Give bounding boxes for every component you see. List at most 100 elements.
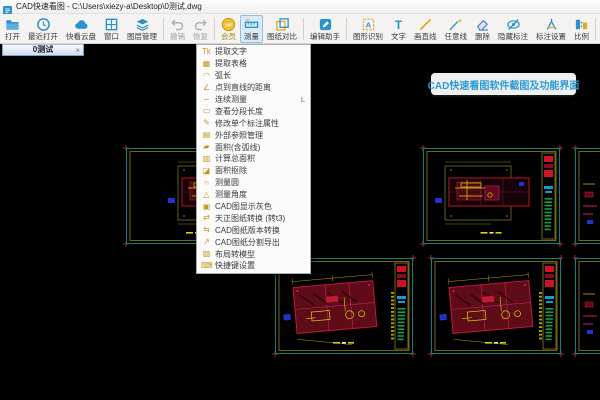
hide-annotation-icon [506, 17, 521, 32]
menu-item[interactable]: △测量角度 [197, 189, 310, 201]
scale-button[interactable]: 比例 [570, 15, 593, 43]
menu-item-label: 提取文字 [215, 46, 247, 57]
menu-item[interactable]: ∼连续测量L [197, 94, 310, 106]
app-icon [3, 2, 12, 11]
open-label: 打开 [5, 32, 20, 41]
menu-item[interactable]: ▧布局转模型 [197, 248, 310, 260]
recent-open-button[interactable]: 最近打开 [24, 15, 62, 43]
window-label: 窗口 [104, 32, 119, 41]
menu-item-label: 面积(含弧线) [215, 142, 260, 153]
menu-item-label: CAD图显示灰色 [215, 201, 272, 212]
scale-icon [574, 17, 589, 32]
drawing-compare-label: 图纸对比 [267, 32, 297, 41]
redo-button: 恢复 [189, 15, 212, 43]
measure-label: 测量 [244, 32, 259, 41]
document-tab[interactable]: 0测试 × [2, 44, 84, 56]
main-toolbar: 打开最近打开快看云盘窗口图层管理撤销恢复VIP会员测量图纸对比编辑助手A图形识别… [0, 14, 600, 44]
menu-item-label: 提取表格 [215, 58, 247, 69]
text-button[interactable]: T文字 [387, 15, 410, 43]
promo-banner: CAD快速看图软件截图及功能界面 [431, 73, 576, 95]
menu-item[interactable]: ↗CAD图纸分割导出 [197, 236, 310, 248]
cloud-drive-button[interactable]: 快看云盘 [62, 15, 100, 43]
layout-to-model-icon: ▧ [201, 249, 212, 259]
annotation-settings-button[interactable]: 标注设置 [532, 15, 570, 43]
menu-item[interactable]: ⇆CAD图纸版本转换 [197, 224, 310, 236]
menu-item-shortcut: L [297, 95, 305, 104]
menu-item[interactable]: ▤外部参照管理 [197, 129, 310, 141]
drawing-canvas[interactable]: 0测试 × [0, 44, 600, 400]
menu-item[interactable]: ▰面积(含弧线) [197, 141, 310, 153]
cad-sheet-bottom-right [431, 258, 561, 354]
svg-text:T: T [395, 18, 403, 32]
clock-icon [36, 17, 51, 32]
svg-text:VIP: VIP [225, 23, 232, 28]
extract-table-icon: ▦ [201, 59, 212, 69]
menu-item-label: 弧长 [215, 70, 231, 81]
cloud-drive-label: 快看云盘 [66, 32, 96, 41]
menu-item[interactable]: ▦提取表格 [197, 58, 310, 70]
menu-item[interactable]: ∠点到直线的距离 [197, 82, 310, 94]
menu-item-label: 面积抠除 [215, 165, 247, 176]
toolbar-separator [163, 18, 164, 40]
scale-label: 比例 [574, 32, 589, 41]
gray-display-icon: ▣ [201, 202, 212, 212]
annotation-settings-icon [544, 17, 559, 32]
menu-item-label: 计算总面积 [215, 153, 255, 164]
menu-item[interactable]: ⌨快捷键设置 [197, 260, 310, 272]
menu-item-label: 布局转模型 [215, 249, 255, 260]
cad-sheet-top-right [423, 148, 560, 244]
shape-recognition-button[interactable]: A图形识别 [349, 15, 387, 43]
menu-item[interactable]: Tk提取文字 [197, 46, 310, 58]
version-convert-icon: ⇆ [201, 225, 212, 235]
total-area-icon: ▥ [201, 154, 212, 164]
hotkey-settings-icon: ⌨ [201, 261, 212, 271]
menu-item[interactable]: ◪面积抠除 [197, 165, 310, 177]
draw-line-button[interactable]: 画直线 [410, 15, 441, 43]
menu-item[interactable]: ▭查看分段长度 [197, 105, 310, 117]
menu-item-label: 查看分段长度 [215, 106, 263, 117]
cad-sheet-bottom-far-right-partial [575, 258, 600, 354]
cad-viewer-window: CAD快速看图 - C:\Users\xiezy-a\Desktop\0测试.d… [0, 0, 600, 400]
menu-item[interactable]: ▥计算总面积 [197, 153, 310, 165]
measure-dropdown-menu: Tk提取文字▦提取表格◠弧长∠点到直线的距离∼连续测量L▭查看分段长度✎修改单个… [196, 44, 311, 274]
measure-button[interactable]: 测量 [240, 15, 263, 43]
menu-item[interactable]: ⇄天正图纸转换 (转t3) [197, 212, 310, 224]
edit-annotation-prop-icon: ✎ [201, 118, 212, 128]
cad-sheet-top-far-right-partial [575, 148, 600, 244]
vip-member-button[interactable]: VIP会员 [217, 15, 240, 43]
window-button[interactable]: 窗口 [100, 15, 123, 43]
menu-item[interactable]: ▣CAD图显示灰色 [197, 201, 310, 213]
drawing-compare-button[interactable]: 图纸对比 [263, 15, 301, 43]
menu-item-label: 连续测量 [215, 94, 247, 105]
hide-annotation-button[interactable]: 隐藏标注 [494, 15, 532, 43]
freehand-line-label: 任意线 [445, 32, 468, 41]
delete-button[interactable]: 删除 [471, 15, 494, 43]
menu-item[interactable]: ✎修改单个标注属性 [197, 117, 310, 129]
menu-item-label: 测量角度 [215, 189, 247, 200]
layers-icon [135, 17, 150, 32]
measure-icon [244, 17, 259, 32]
menu-item[interactable]: ○测量圆 [197, 177, 310, 189]
redo-icon [193, 17, 208, 32]
toolbar-separator [595, 18, 596, 40]
xref-manager-icon: ▤ [201, 130, 212, 140]
window-icon [104, 17, 119, 32]
edit-assistant-icon [318, 17, 333, 32]
open-button[interactable]: 打开 [1, 15, 24, 43]
measure-angle-icon: △ [201, 190, 212, 200]
text-label: 文字 [391, 32, 406, 41]
menu-item-label: CAD图纸分割导出 [215, 237, 280, 248]
edit-assistant-button[interactable]: 编辑助手 [306, 15, 344, 43]
menu-item[interactable]: ◠弧长 [197, 70, 310, 82]
arc-length-icon: ◠ [201, 71, 212, 81]
freehand-line-button[interactable]: 任意线 [441, 15, 472, 43]
draw-line-label: 画直线 [414, 32, 437, 41]
shape-recognition-label: 图形识别 [353, 32, 383, 41]
recent-open-label: 最近打开 [28, 32, 58, 41]
extract-text-icon: Tk [201, 47, 212, 57]
promo-banner-text: CAD快速看图软件截图及功能界面 [428, 77, 580, 92]
menu-item-label: 外部参照管理 [215, 130, 263, 141]
layer-manager-button[interactable]: 图层管理 [123, 15, 161, 43]
tab-close-icon[interactable]: × [75, 45, 80, 56]
document-tab-label: 0测试 [33, 45, 53, 55]
